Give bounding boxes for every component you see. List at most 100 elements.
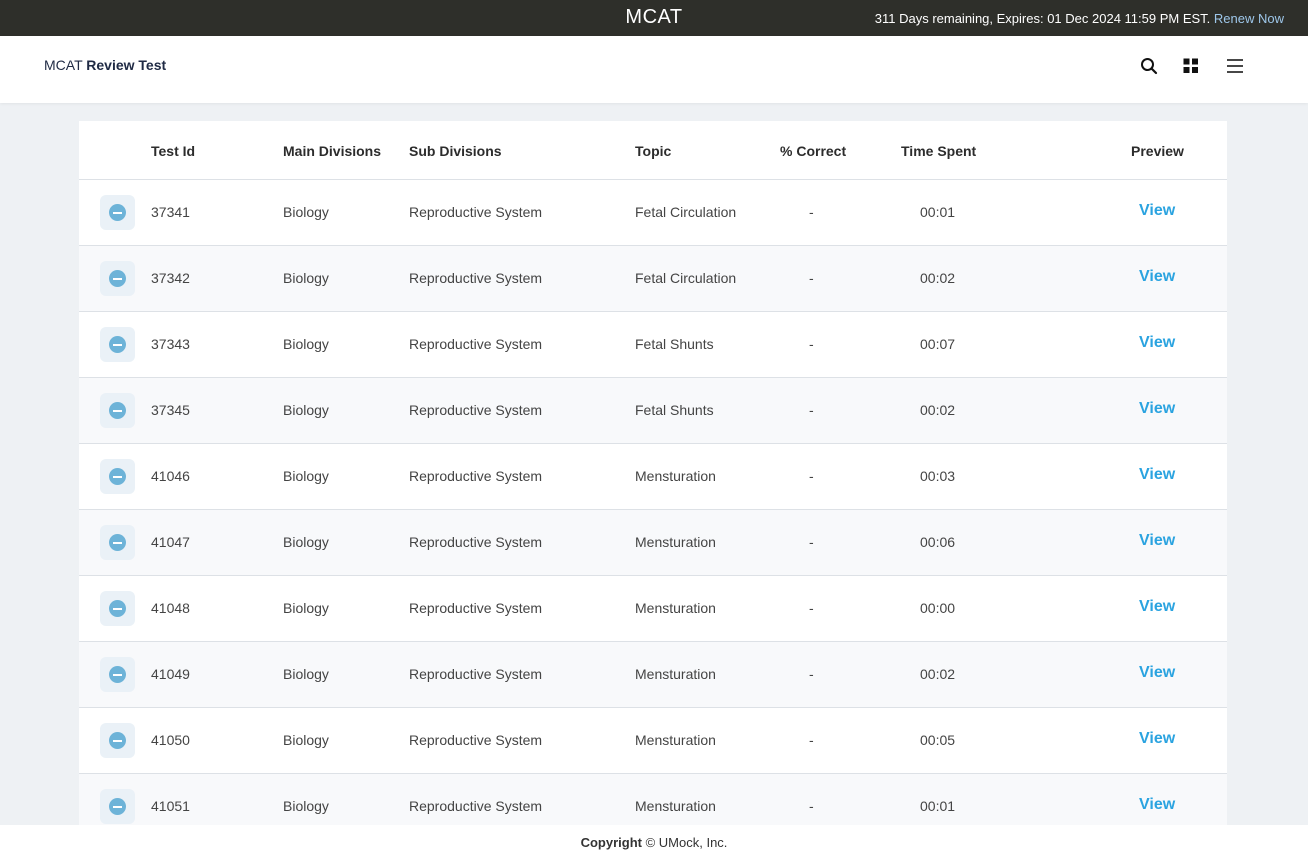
time-spent: 00:00 <box>920 600 956 616</box>
percent-correct: - <box>809 402 814 418</box>
table-row: 37341 Biology Reproductive System Fetal Cir… <box>79 180 1227 246</box>
app-header: MCAT Review Test <box>0 36 1308 103</box>
time-spent: 00:02 <box>920 270 956 286</box>
minus-circle-icon <box>109 270 126 287</box>
footer: Copyright © UMock, Inc. <box>0 825 1308 858</box>
collapse-toggle-button[interactable] <box>100 723 135 758</box>
minus-circle-icon <box>109 600 126 617</box>
minus-circle-icon <box>109 402 126 419</box>
test-id: 41046 <box>151 468 190 484</box>
time-spent: 00:03 <box>920 468 956 484</box>
percent-correct: - <box>809 798 814 814</box>
col-percent-correct[interactable]: % Correct <box>780 143 846 159</box>
collapse-toggle-button[interactable] <box>100 657 135 692</box>
col-sub-divisions[interactable]: Sub Divisions <box>409 143 502 159</box>
percent-correct: - <box>809 600 814 616</box>
sub-division: Reproductive System <box>409 336 543 352</box>
topic: Mensturation <box>635 534 716 550</box>
view-link[interactable]: View <box>1139 532 1175 550</box>
view-link[interactable]: View <box>1139 466 1175 484</box>
test-id: 37345 <box>151 402 190 418</box>
main-division: Biology <box>283 534 329 550</box>
collapse-toggle-button[interactable] <box>100 195 135 230</box>
sub-division: Reproductive System <box>409 468 543 484</box>
topic: Mensturation <box>635 666 716 682</box>
collapse-toggle-button[interactable] <box>100 525 135 560</box>
view-link[interactable]: View <box>1139 730 1175 748</box>
topic: Mensturation <box>635 798 716 814</box>
minus-circle-icon <box>109 468 126 485</box>
minus-circle-icon <box>109 666 126 683</box>
collapse-toggle-button[interactable] <box>100 393 135 428</box>
menu-icon[interactable] <box>1223 54 1247 78</box>
view-link[interactable]: View <box>1139 598 1175 616</box>
test-id: 41048 <box>151 600 190 616</box>
percent-correct: - <box>809 468 814 484</box>
test-id: 37342 <box>151 270 190 286</box>
table-row: 41049 Biology Reproductive System Mensturat… <box>79 642 1227 708</box>
minus-circle-icon <box>109 798 126 815</box>
minus-circle-icon <box>109 204 126 221</box>
grid-icon[interactable] <box>1179 54 1203 78</box>
expiry-text: 311 Days remaining, Expires: 01 Dec 2024… <box>874 11 1211 26</box>
view-link[interactable]: View <box>1139 796 1175 814</box>
time-spent: 00:05 <box>920 732 956 748</box>
collapse-toggle-button[interactable] <box>100 591 135 626</box>
percent-correct: - <box>809 732 814 748</box>
col-topic[interactable]: Topic <box>635 143 671 159</box>
collapse-toggle-button[interactable] <box>100 459 135 494</box>
main-division: Biology <box>283 402 329 418</box>
topic: Mensturation <box>635 468 716 484</box>
table-row: 41051 Biology Reproductive System Mensturat… <box>79 774 1227 825</box>
col-time-spent[interactable]: Time Spent <box>901 143 976 159</box>
percent-correct: - <box>809 534 814 550</box>
results-table: Test Id Main Divisions Sub Divisions Top… <box>79 121 1227 825</box>
test-id: 41049 <box>151 666 190 682</box>
test-id: 41050 <box>151 732 190 748</box>
time-spent: 00:02 <box>920 402 956 418</box>
view-link[interactable]: View <box>1139 202 1175 220</box>
test-id: 41051 <box>151 798 190 814</box>
subscription-status: 311 Days remaining, Expires: 01 Dec 2024… <box>875 11 1284 26</box>
sub-division: Reproductive System <box>409 798 543 814</box>
collapse-toggle-button[interactable] <box>100 261 135 296</box>
table-row: 41047 Biology Reproductive System Mensturat… <box>79 510 1227 576</box>
time-spent: 00:06 <box>920 534 956 550</box>
table-row: 41050 Biology Reproductive System Mensturat… <box>79 708 1227 774</box>
test-id: 41047 <box>151 534 190 550</box>
topic: Fetal Shunts <box>635 402 714 418</box>
brand-title[interactable]: MCAT Review Test <box>44 57 166 73</box>
topic: Fetal Shunts <box>635 336 714 352</box>
renew-now-link[interactable]: Renew Now <box>1214 11 1284 26</box>
percent-correct: - <box>809 204 814 220</box>
main-division: Biology <box>283 270 329 286</box>
view-link[interactable]: View <box>1139 334 1175 352</box>
main-division: Biology <box>283 798 329 814</box>
collapse-toggle-button[interactable] <box>100 327 135 362</box>
topic: Fetal Circulation <box>635 270 737 286</box>
main-division: Biology <box>283 204 329 220</box>
main-division: Biology <box>283 468 329 484</box>
time-spent: 00:07 <box>920 336 956 352</box>
main-division: Biology <box>283 336 329 352</box>
sub-division: Reproductive System <box>409 534 543 550</box>
main-division: Biology <box>283 666 329 682</box>
search-icon[interactable] <box>1137 54 1161 78</box>
col-main-divisions[interactable]: Main Divisions <box>283 143 381 159</box>
copyright: Copyright © UMock, Inc. <box>0 835 1308 850</box>
time-spent: 00:01 <box>920 798 956 814</box>
view-link[interactable]: View <box>1139 664 1175 682</box>
test-id: 37343 <box>151 336 190 352</box>
percent-correct: - <box>809 336 814 352</box>
view-link[interactable]: View <box>1139 400 1175 418</box>
col-preview: Preview <box>1131 143 1184 159</box>
col-test-id[interactable]: Test Id <box>151 143 195 159</box>
test-id: 37341 <box>151 204 190 220</box>
collapse-toggle-button[interactable] <box>100 789 135 824</box>
brand-suffix: Review Test <box>86 57 167 73</box>
sub-division: Reproductive System <box>409 270 543 286</box>
table-row: 41048 Biology Reproductive System Mensturat… <box>79 576 1227 642</box>
time-spent: 00:02 <box>920 666 956 682</box>
sub-division: Reproductive System <box>409 732 543 748</box>
view-link[interactable]: View <box>1139 268 1175 286</box>
